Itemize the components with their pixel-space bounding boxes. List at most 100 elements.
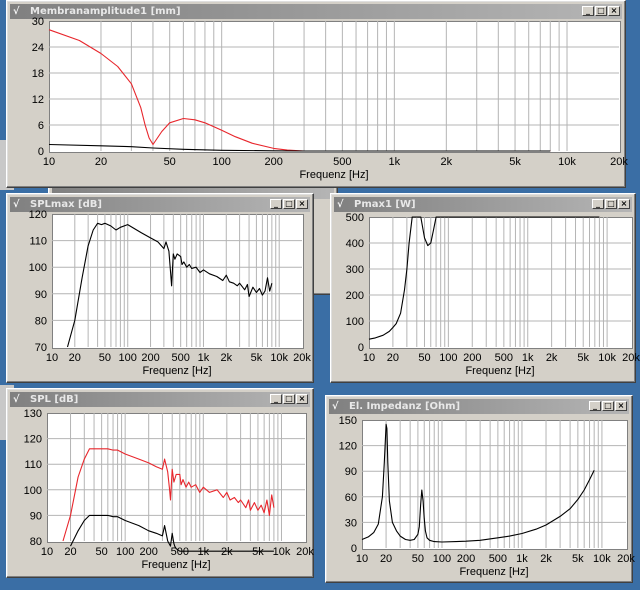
x-tick-label: 100 [116, 546, 134, 558]
y-tick-label: 60 [345, 492, 357, 504]
y-tick-label: 100 [29, 262, 47, 274]
x-tick-label: 20 [69, 352, 81, 364]
x-tick-label: 2k [441, 156, 453, 168]
membranamplitude-window[interactable]: √ Membranamplitude1 [mm] _ □ × 0 6 12 18 24 3… [6, 0, 629, 188]
y-tick-label: 120 [24, 434, 42, 446]
y-tick-label: 12 [32, 94, 44, 106]
series-line [48, 29, 551, 152]
y-tick-label: 100 [346, 316, 364, 328]
y-tick-label: 30 [32, 16, 44, 28]
y-tick-label: 18 [32, 68, 44, 80]
y-tick-label: 120 [29, 209, 47, 221]
x-tick-label: 10 [46, 352, 58, 364]
x-tick-label: 50 [412, 553, 424, 565]
y-tick-label: 80 [35, 315, 47, 327]
x-tick-label: 50 [164, 156, 176, 168]
chart: 70809010011012010 20 50 100 200 500 1k 2k 5k 10k 2… [29, 209, 312, 377]
y-tick-label: 400 [346, 238, 364, 250]
y-tick-label: 300 [346, 264, 364, 276]
y-tick-label: 130 [24, 408, 42, 420]
x-tick-label: 5k [252, 546, 264, 558]
pmax-window[interactable]: √ Pmax1 [W] _ □ × 0 100 200 300 400 500 10 20 50… [330, 193, 640, 383]
x-tick-label: 200 [141, 352, 159, 364]
x-tick-label: 500 [171, 352, 189, 364]
series-line [62, 448, 275, 542]
x-tick-label: 2k [221, 546, 233, 558]
y-tick-label: 120 [339, 441, 357, 453]
x-tick-label: 5k [509, 156, 521, 168]
x-tick-label: 1k [522, 352, 534, 364]
y-tick-label: 90 [345, 466, 357, 478]
chart: 061218243010 20 50 100 200 500 1k 2k 5k 10k 20kFre… [32, 16, 629, 181]
splmax-window[interactable]: √ SPLmax [dB] _ □ × 70 80 90 100 110 120 10 20 5… [6, 193, 314, 383]
x-axis-label: Frequenz [Hz] [465, 365, 534, 377]
x-tick-label: 5k [251, 352, 263, 364]
series-line [48, 143, 551, 152]
chart: 030609012015010 20 50 100 200 500 1k 2k 5k 10k 20k… [339, 415, 636, 578]
chart: 809010011012013010 20 50 100 200 500 1k 2k 5k 10k… [24, 408, 315, 571]
impedanz-window[interactable]: √ El. Impedanz [Ohm] _ □ × 0 30 60 90 120 150… [325, 395, 636, 583]
y-tick-label: 110 [29, 236, 47, 248]
x-tick-label: 1k [516, 553, 528, 565]
y-tick-label: 200 [346, 290, 364, 302]
x-tick-label: 10 [43, 156, 55, 168]
x-tick-label: 10 [356, 553, 368, 565]
x-tick-label: 500 [333, 156, 351, 168]
x-tick-label: 1k [389, 156, 401, 168]
x-tick-label: 10k [598, 352, 616, 364]
x-tick-label: 100 [212, 156, 230, 168]
x-tick-label: 100 [439, 352, 457, 364]
x-tick-label: 20k [617, 553, 635, 565]
x-tick-label: 2k [540, 553, 552, 565]
y-tick-label: 150 [339, 415, 357, 427]
x-tick-label: 1k [198, 352, 210, 364]
x-tick-label: 50 [99, 352, 111, 364]
x-tick-label: 200 [140, 546, 158, 558]
x-tick-label: 200 [457, 553, 475, 565]
x-tick-label: 20 [64, 546, 76, 558]
x-tick-label: 20k [622, 352, 640, 364]
x-tick-label: 5k [572, 553, 584, 565]
x-tick-label: 10k [270, 352, 288, 364]
x-tick-label: 1k [198, 546, 210, 558]
x-tick-label: 10k [593, 553, 611, 565]
x-tick-label: 500 [495, 352, 513, 364]
x-tick-label: 20 [387, 352, 399, 364]
x-axis-label: Frequenz [Hz] [299, 169, 368, 181]
spl-window[interactable]: √ SPL [dB] _ □ × 80 90 100 110 120 130 10 20 50 1… [6, 388, 314, 578]
x-axis-label: Frequenz [Hz] [142, 365, 211, 377]
x-tick-label: 10k [558, 156, 576, 168]
x-tick-label: 20k [610, 156, 628, 168]
chart: 010020030040050010 20 50 100 200 500 1k 2k 5k 10k… [346, 212, 640, 377]
x-tick-label: 50 [96, 546, 108, 558]
x-tick-label: 10 [363, 352, 375, 364]
y-tick-label: 6 [38, 120, 44, 132]
y-tick-label: 90 [30, 510, 42, 522]
x-tick-label: 20 [380, 553, 392, 565]
x-tick-label: 2k [546, 352, 558, 364]
x-tick-label: 200 [264, 156, 282, 168]
y-tick-label: 30 [345, 517, 357, 529]
series-line [361, 423, 595, 543]
y-tick-label: 110 [24, 459, 42, 471]
x-tick-label: 200 [463, 352, 481, 364]
x-axis-label: Frequenz [Hz] [141, 559, 210, 571]
y-tick-label: 500 [346, 212, 364, 224]
x-tick-label: 100 [119, 352, 137, 364]
x-tick-label: 100 [433, 553, 451, 565]
x-tick-label: 2k [220, 352, 232, 364]
x-tick-label: 20k [296, 546, 314, 558]
x-tick-label: 10 [41, 546, 53, 558]
x-tick-label: 10k [273, 546, 291, 558]
y-tick-label: 100 [24, 485, 42, 497]
y-tick-label: 90 [35, 289, 47, 301]
x-tick-label: 20 [95, 156, 107, 168]
x-axis-label: Frequenz [Hz] [459, 566, 528, 578]
series-line [66, 222, 273, 348]
y-tick-label: 24 [32, 42, 44, 54]
x-tick-label: 500 [171, 546, 189, 558]
x-tick-label: 50 [418, 352, 430, 364]
x-tick-label: 5k [577, 352, 589, 364]
x-tick-label: 20k [293, 352, 311, 364]
x-tick-label: 500 [489, 553, 507, 565]
